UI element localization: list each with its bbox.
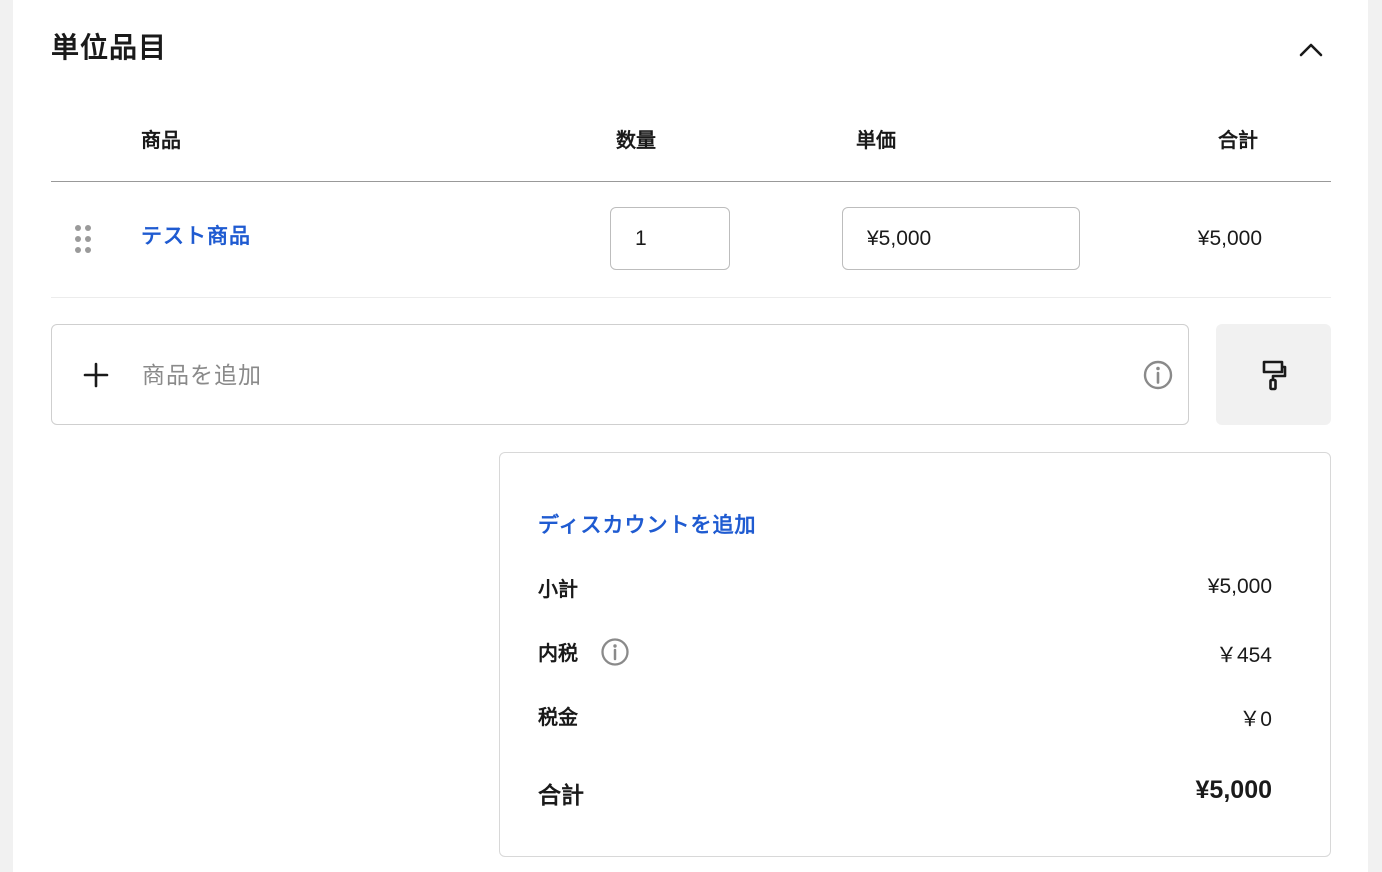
info-icon[interactable]: [600, 637, 630, 667]
add-discount-link[interactable]: ディスカウントを追加: [538, 509, 757, 539]
chevron-up-icon: [1299, 43, 1323, 57]
included-tax-label: 内税: [538, 641, 578, 665]
grand-total-value: ¥5,000: [1195, 776, 1272, 804]
row-divider: [51, 297, 1331, 298]
drag-handle-icon[interactable]: [73, 224, 93, 254]
paint-roller-icon: [1262, 360, 1286, 390]
paint-roller-button[interactable]: [1216, 324, 1331, 425]
subtotal-label: 小計: [538, 577, 578, 601]
column-header-total: 合計: [1218, 128, 1258, 152]
product-name-link[interactable]: テスト商品: [141, 220, 251, 250]
info-icon[interactable]: [1142, 359, 1174, 391]
column-header-unit-price: 単価: [856, 128, 896, 152]
included-tax-value: ￥454: [1215, 644, 1272, 667]
quantity-input[interactable]: [610, 207, 730, 270]
summary-panel: ディスカウントを追加 小計 ¥5,000 内税 ￥454 税金 ￥0 合計 ¥5…: [499, 452, 1331, 857]
tax-value: ￥0: [1239, 708, 1272, 731]
subtotal-value: ¥5,000: [1207, 575, 1272, 598]
tax-label: 税金: [538, 705, 578, 729]
section-title: 単位品目: [51, 31, 168, 64]
column-header-quantity: 数量: [616, 128, 656, 152]
header-divider: [51, 181, 1331, 182]
row-total: ¥5,000: [1197, 227, 1262, 250]
plus-icon: [83, 362, 109, 388]
add-item-input[interactable]: [140, 353, 1104, 399]
column-header-product: 商品: [141, 128, 181, 152]
grand-total-label: 合計: [538, 783, 584, 809]
collapse-button[interactable]: [1293, 32, 1329, 68]
add-item-field[interactable]: [51, 324, 1189, 425]
line-items-card: 単位品目 商品 数量 単価 合計 テスト商品 ¥5,000: [13, 0, 1368, 872]
unit-price-input[interactable]: [842, 207, 1080, 270]
